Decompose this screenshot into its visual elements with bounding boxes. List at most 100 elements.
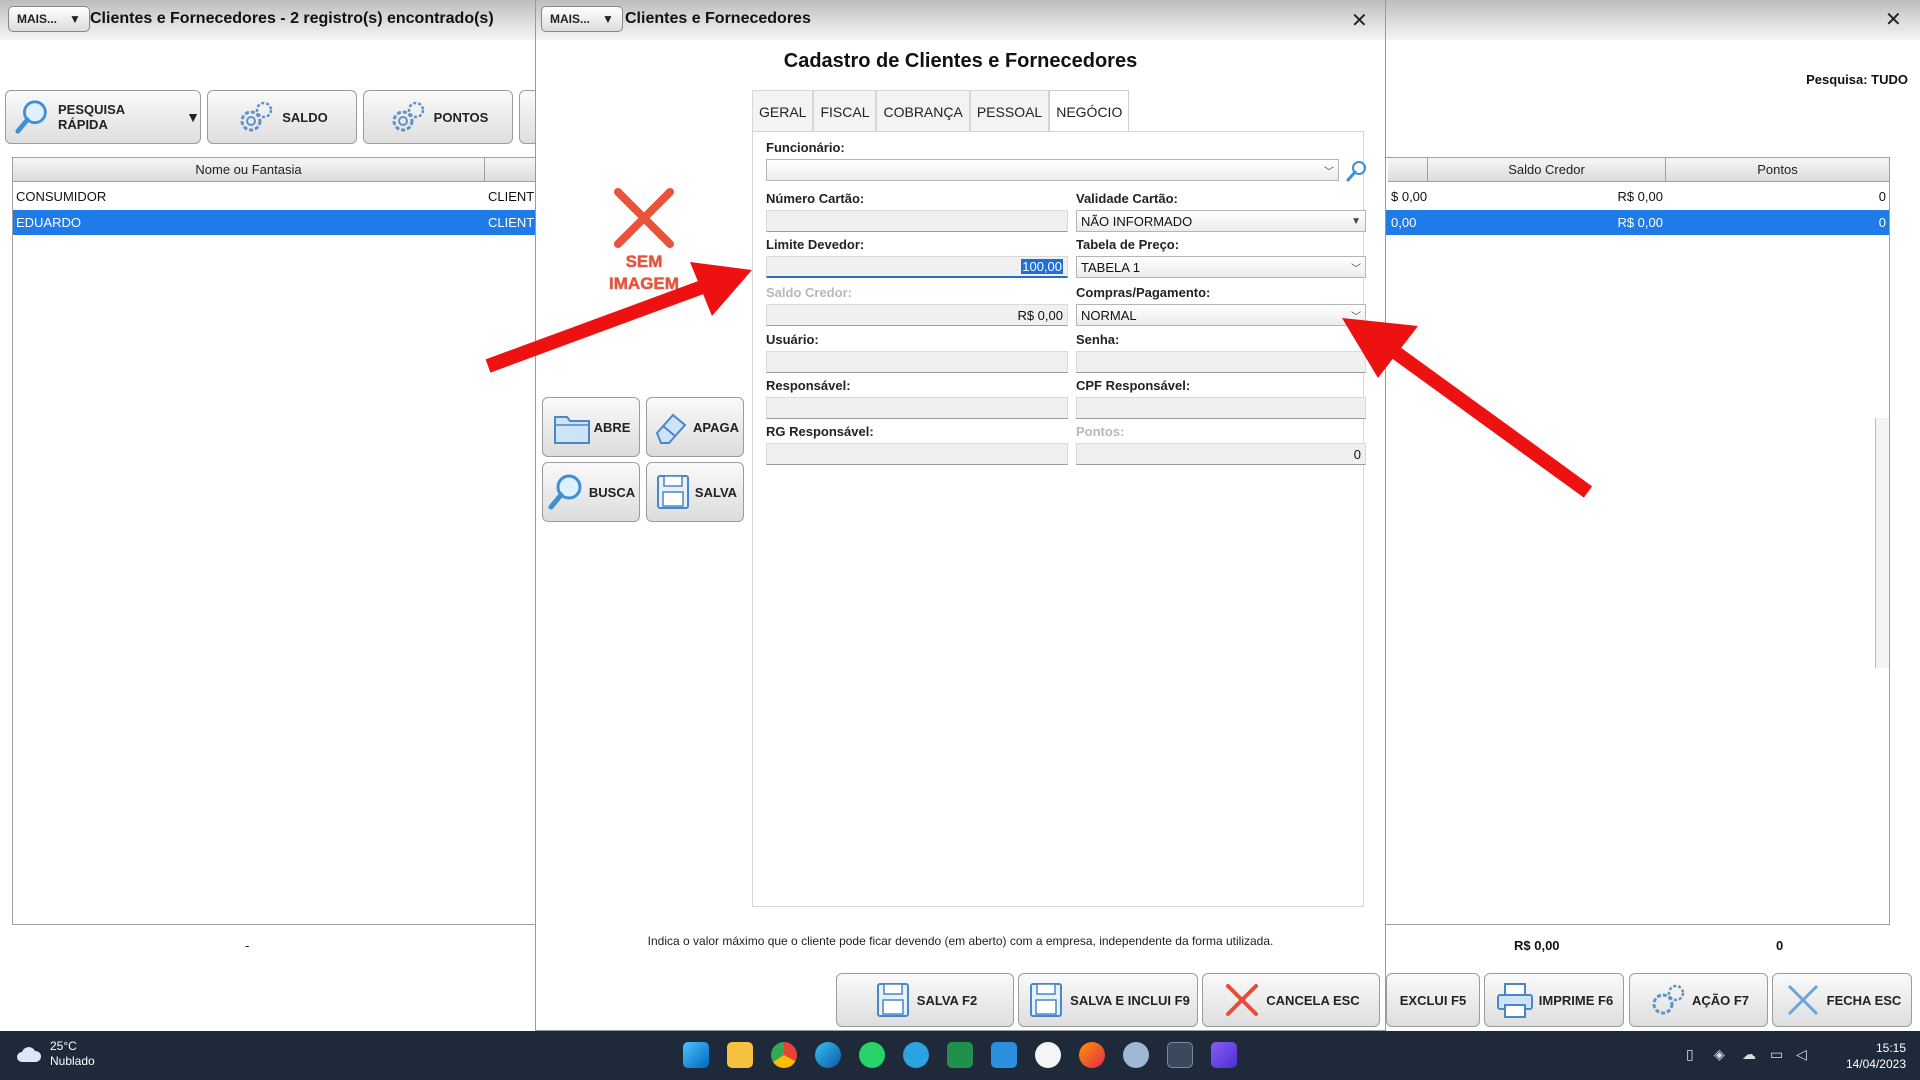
- app-icon[interactable]: [991, 1042, 1017, 1068]
- salva-inclui-button[interactable]: SALVA E INCLUI F9: [1018, 973, 1198, 1027]
- start-icon[interactable]: [683, 1042, 709, 1068]
- acao-label: AÇÃO F7: [1691, 992, 1750, 1008]
- file-explorer-icon[interactable]: [727, 1042, 753, 1068]
- background-window-title: Clientes e Fornecedores - 2 registro(s) …: [90, 10, 494, 27]
- gear-icon: [240, 101, 273, 132]
- imprime-button[interactable]: IMPRIME F6: [1484, 973, 1624, 1027]
- saldo-button[interactable]: SALDO: [207, 90, 357, 144]
- magnifier-icon: [548, 474, 582, 510]
- salva-side-button[interactable]: SALVA: [646, 462, 744, 522]
- chevron-down-icon: ﹀: [1351, 263, 1361, 275]
- column-header-partial[interactable]: [1388, 158, 1428, 182]
- quick-search-dropdown-icon[interactable]: ▼: [186, 109, 200, 125]
- settings-gear-icon[interactable]: [1123, 1042, 1149, 1068]
- cell-name: EDUARDO: [16, 215, 82, 230]
- funcionario-select[interactable]: ﹀: [766, 159, 1339, 181]
- close-icon: [1787, 984, 1818, 1016]
- whatsapp-icon[interactable]: [859, 1042, 885, 1068]
- imprime-label: IMPRIME F6: [1538, 992, 1614, 1008]
- volume-icon[interactable]: ◁: [1796, 1046, 1807, 1063]
- apaga-button[interactable]: APAGA: [646, 397, 744, 457]
- mais-label: MAIS...: [550, 12, 591, 26]
- edge-icon[interactable]: [815, 1042, 841, 1068]
- dialog-mais-button[interactable]: MAIS... ▼: [541, 6, 623, 32]
- usuario-field[interactable]: [766, 351, 1068, 373]
- vertical-scrollbar[interactable]: [1875, 418, 1889, 668]
- search-scope-label: Pesquisa: TUDO: [1806, 72, 1908, 87]
- app-icon[interactable]: [1211, 1042, 1237, 1068]
- responsavel-field[interactable]: [766, 397, 1068, 419]
- cancela-label: CANCELA ESC: [1266, 992, 1360, 1008]
- limite-devedor-label: Limite Devedor:: [766, 237, 865, 252]
- fecha-label: FECHA ESC: [1826, 992, 1902, 1008]
- negocio-tab-panel: Funcionário: ﹀ Número Cartão: Validade C…: [752, 131, 1366, 907]
- floppy-disk-icon: [1030, 983, 1063, 1017]
- column-header-name[interactable]: Nome ou Fantasia: [13, 158, 485, 182]
- usb-icon[interactable]: ▯: [1686, 1046, 1694, 1063]
- no-image-label-1: SEM: [625, 252, 663, 271]
- dialog-close-icon[interactable]: ✕: [1351, 8, 1368, 33]
- salva-f2-label: SALVA F2: [916, 992, 978, 1008]
- limite-devedor-field[interactable]: 100,00: [766, 256, 1068, 278]
- tab-cobranca[interactable]: COBRANÇA: [876, 90, 970, 132]
- busca-button[interactable]: BUSCA: [542, 462, 640, 522]
- validade-cartao-value: NÃO INFORMADO: [1081, 213, 1193, 229]
- background-close-icon[interactable]: ✕: [1885, 7, 1902, 32]
- tabela-preco-value: TABELA 1: [1081, 259, 1141, 275]
- clock-time: 15:15: [1875, 1041, 1906, 1055]
- compras-pagamento-label: Compras/Pagamento:: [1076, 285, 1211, 300]
- cloud-sync-icon[interactable]: ☁: [1742, 1046, 1756, 1063]
- cloud-icon: [17, 1047, 42, 1062]
- telegram-icon[interactable]: [903, 1042, 929, 1068]
- cpf-responsavel-field[interactable]: [1076, 397, 1366, 419]
- firefox-icon[interactable]: [1079, 1042, 1105, 1068]
- fecha-button[interactable]: FECHA ESC: [1772, 973, 1912, 1027]
- weather-widget[interactable]: 25°C Nublado: [16, 1039, 95, 1069]
- cell-pontos: 0: [1878, 189, 1886, 204]
- column-header-pontos[interactable]: Pontos: [1666, 158, 1889, 182]
- rg-responsavel-field[interactable]: [766, 443, 1068, 465]
- tab-geral[interactable]: GERAL: [752, 90, 814, 132]
- network-icon[interactable]: ▭: [1770, 1046, 1783, 1063]
- compras-pagamento-value: NORMAL: [1081, 307, 1137, 323]
- validade-cartao-select[interactable]: NÃO INFORMADO ▼: [1076, 210, 1366, 232]
- spreadsheet-icon[interactable]: [947, 1042, 973, 1068]
- quick-search-button[interactable]: PESQUISA RÁPIDA ▼: [5, 90, 201, 144]
- magnifier-icon: [15, 100, 47, 134]
- limite-devedor-value: 100,00: [1021, 259, 1063, 274]
- field-hint-text: Indica o valor máximo que o cliente pode…: [647, 934, 1274, 948]
- senha-field[interactable]: [1076, 351, 1366, 373]
- weather-condition: Nublado: [50, 1054, 95, 1068]
- tab-fiscal[interactable]: FISCAL: [813, 90, 877, 132]
- pontos-button[interactable]: PONTOS: [363, 90, 513, 144]
- no-image-icon[interactable]: [612, 186, 676, 250]
- background-mais-button[interactable]: MAIS... ▼: [8, 6, 90, 32]
- salva-side-label: SALVA: [694, 484, 738, 500]
- chrome-icon[interactable]: [771, 1042, 797, 1068]
- dropdown-arrow-icon: ▼: [602, 12, 614, 26]
- tab-pessoal[interactable]: PESSOAL: [969, 90, 1050, 132]
- saldo-credor-field: R$ 0,00: [766, 304, 1068, 326]
- security-shield-icon[interactable]: ◈: [1714, 1046, 1725, 1063]
- active-app-icon[interactable]: [1167, 1042, 1193, 1068]
- cell-name: CONSUMIDOR: [16, 189, 107, 204]
- acao-button[interactable]: AÇÃO F7: [1629, 973, 1768, 1027]
- cancela-button[interactable]: CANCELA ESC: [1202, 973, 1380, 1027]
- tabela-preco-select[interactable]: TABELA 1 ﹀: [1076, 256, 1366, 278]
- numero-cartao-label: Número Cartão:: [766, 191, 865, 206]
- tab-negocio[interactable]: NEGÓCIO: [1049, 90, 1130, 132]
- saldo-label: SALDO: [282, 109, 328, 125]
- app-icon[interactable]: [1035, 1042, 1061, 1068]
- abre-button[interactable]: ABRE: [542, 397, 640, 457]
- exclui-button[interactable]: EXCLUI F5: [1386, 973, 1480, 1027]
- salva-f2-button[interactable]: SALVA F2: [836, 973, 1014, 1027]
- abre-label: ABRE: [593, 419, 631, 435]
- system-clock[interactable]: 15:15 14/04/2023: [1846, 1040, 1906, 1072]
- column-header-saldo-credor[interactable]: Saldo Credor: [1428, 158, 1666, 182]
- pontos-label: PONTOS: [433, 109, 489, 125]
- search-icon[interactable]: [1345, 159, 1369, 183]
- numero-cartao-field[interactable]: [766, 210, 1068, 232]
- cell-saldo-credor: R$ 0,00: [1617, 215, 1663, 230]
- compras-pagamento-select[interactable]: NORMAL ﹀: [1076, 304, 1366, 326]
- no-image-label-2: IMAGEM: [609, 274, 679, 293]
